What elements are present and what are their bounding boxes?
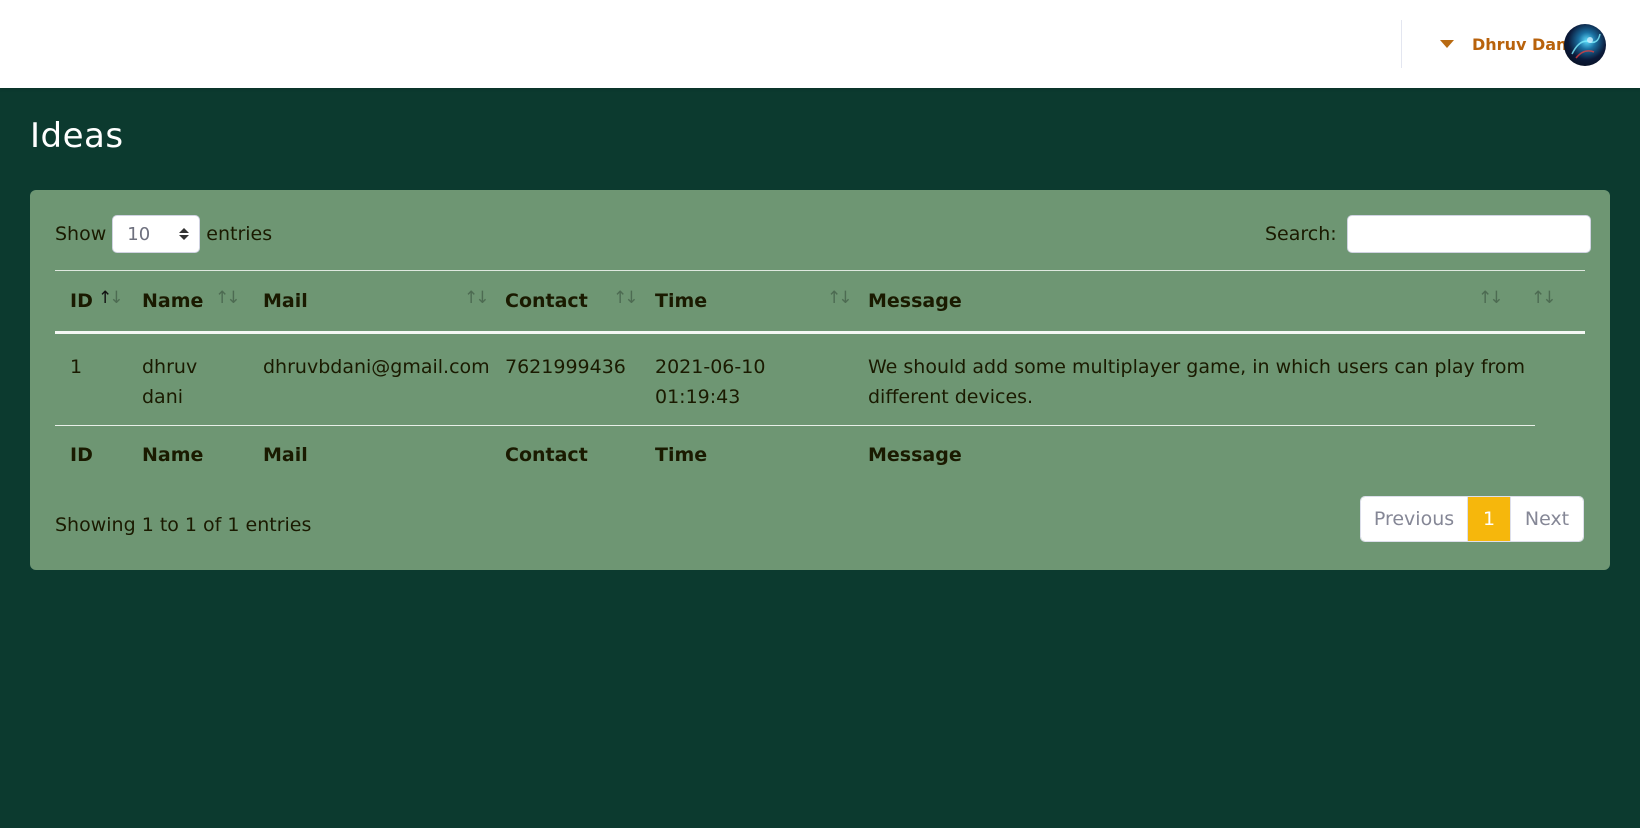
column-header-name[interactable]: Name <box>142 290 203 312</box>
caret-down-icon[interactable] <box>1440 40 1454 48</box>
column-footer-message: Message <box>868 444 962 466</box>
pagination: Previous 1 Next <box>1360 496 1584 542</box>
sort-asc-icon[interactable]: ↑↓ <box>98 288 124 308</box>
next-button[interactable]: Next <box>1511 497 1583 541</box>
top-navbar: Dhruv Dani <box>0 0 1640 88</box>
show-label: Show <box>55 223 107 245</box>
entries-label: entries <box>206 223 273 245</box>
cell-id: 1 <box>70 356 83 378</box>
column-header-contact[interactable]: Contact <box>505 290 588 312</box>
sort-icon[interactable]: ↑↓ <box>1531 288 1557 308</box>
table-header-border <box>55 331 1585 334</box>
search-label: Search: <box>1265 223 1337 245</box>
avatar[interactable] <box>1564 24 1606 66</box>
sort-icon[interactable]: ↑↓ <box>613 288 639 308</box>
page-title: Ideas <box>30 116 124 156</box>
cell-contact: 7621999436 <box>505 356 626 378</box>
ideas-table-card: Show 10 entries Search: ID ↑↓ Name ↑↓ Ma… <box>30 190 1610 570</box>
table-info: Showing 1 to 1 of 1 entries <box>55 514 312 536</box>
previous-button[interactable]: Previous <box>1361 497 1468 541</box>
entries-length-control: Show 10 entries <box>55 215 272 253</box>
page-1-button[interactable]: 1 <box>1468 497 1511 541</box>
sort-icon[interactable]: ↑↓ <box>1478 288 1504 308</box>
cell-mail: dhruvbdani@gmail.com <box>263 356 490 378</box>
topbar-divider <box>1401 20 1402 68</box>
column-header-time[interactable]: Time <box>655 290 707 312</box>
select-arrows-icon <box>179 228 190 240</box>
sort-icon[interactable]: ↑↓ <box>464 288 490 308</box>
cell-message: We should add some multiplayer game, in … <box>868 356 1526 408</box>
entries-select[interactable]: 10 <box>112 215 201 253</box>
column-footer-time: Time <box>655 444 708 466</box>
entries-select-value: 10 <box>127 223 151 245</box>
cell-name: dhruv dani <box>142 356 198 408</box>
cell-time: 2021-06-10 01:19:43 <box>655 356 766 408</box>
column-footer-contact: Contact <box>505 444 588 466</box>
search-input[interactable] <box>1346 215 1591 253</box>
search-control: Search: <box>1265 214 1591 254</box>
column-header-mail[interactable]: Mail <box>263 290 308 312</box>
column-footer-id: ID <box>70 444 93 466</box>
table-top-border <box>55 270 1585 271</box>
sort-icon[interactable]: ↑↓ <box>215 288 241 308</box>
column-header-message[interactable]: Message <box>868 290 962 312</box>
column-footer-mail: Mail <box>263 444 308 466</box>
column-footer-name: Name <box>142 444 204 466</box>
sort-icon[interactable]: ↑↓ <box>827 288 853 308</box>
table-row-border <box>55 425 1535 426</box>
column-header-id[interactable]: ID <box>70 290 93 312</box>
user-name[interactable]: Dhruv Dani <box>1472 35 1573 54</box>
